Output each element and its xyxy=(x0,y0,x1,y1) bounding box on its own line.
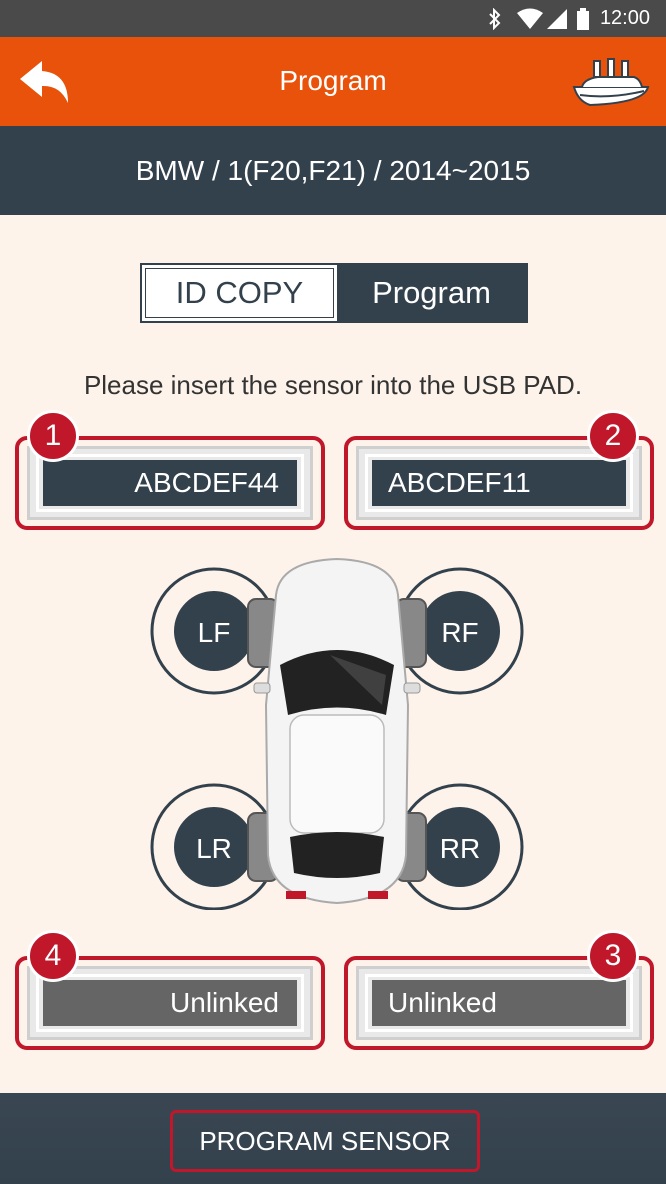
cellular-signal-icon xyxy=(547,9,567,29)
slot-value: ABCDEF44 xyxy=(43,460,297,506)
status-bar: 12:00 xyxy=(0,0,666,37)
slot-number-badge-1: 1 xyxy=(27,410,79,462)
wheel-label-lf: LF xyxy=(198,617,231,648)
slot-frame: ABCDEF44 xyxy=(27,446,313,520)
status-time: 12:00 xyxy=(599,7,650,29)
slot-frame: Unlinked xyxy=(27,966,313,1040)
wheel-label-rf: RF xyxy=(441,617,478,648)
slot-inner-frame: Unlinked xyxy=(36,974,304,1032)
slot-number-badge-3: 3 xyxy=(587,930,639,982)
slot-value: ABCDEF11 xyxy=(372,460,626,506)
tab-id-copy[interactable]: ID COPY xyxy=(142,265,337,321)
tab-program[interactable]: Program xyxy=(337,265,526,321)
vehicle-breadcrumb: BMW / 1(F20,F21) / 2014~2015 xyxy=(0,126,666,215)
slot-value: Unlinked xyxy=(43,980,297,1026)
app-bar: Program xyxy=(0,37,666,126)
ship-icon[interactable] xyxy=(570,55,652,107)
instruction-text: Please insert the sensor into the USB PA… xyxy=(83,370,583,400)
car-diagram: LF RF LR RR xyxy=(150,557,524,910)
slot-value: Unlinked xyxy=(372,980,626,1026)
slot-inner-frame: ABCDEF44 xyxy=(36,454,304,512)
wheel-label-rr: RR xyxy=(440,833,480,864)
page-title: Program xyxy=(279,65,387,96)
wheel-label-lr: LR xyxy=(196,833,232,864)
bluetooth-icon xyxy=(489,8,501,30)
mode-segmented-control: ID COPY Program xyxy=(140,263,528,323)
wifi-icon xyxy=(517,8,543,29)
slot-number-badge-2: 2 xyxy=(587,410,639,462)
slot-inner-frame: Unlinked xyxy=(365,974,633,1032)
slot-number-badge-4: 4 xyxy=(27,930,79,982)
battery-icon xyxy=(577,8,589,30)
slot-inner-frame: ABCDEF11 xyxy=(365,454,633,512)
program-sensor-button[interactable]: PROGRAM SENSOR xyxy=(170,1110,480,1172)
